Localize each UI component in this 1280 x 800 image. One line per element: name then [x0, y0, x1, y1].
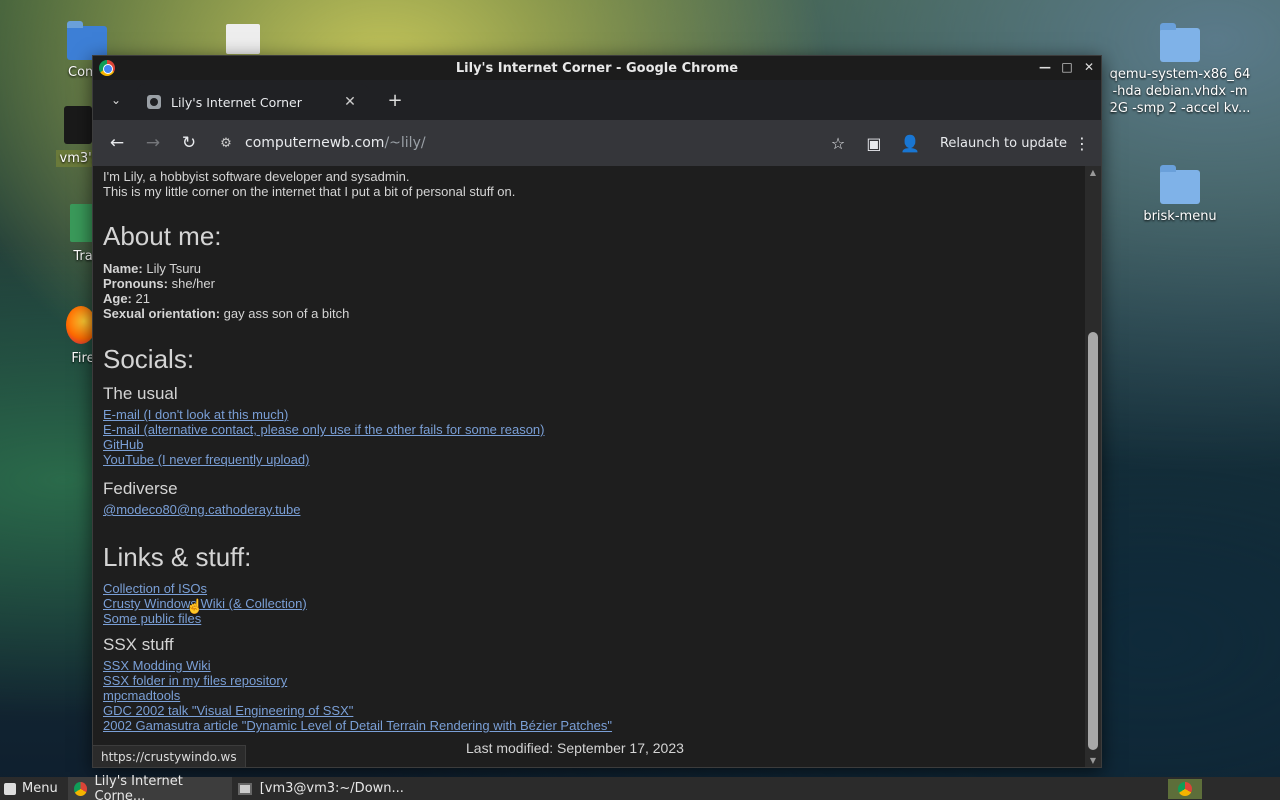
tab-search-button[interactable]: ⌄	[101, 85, 131, 115]
taskbar-item-chrome[interactable]: Lily's Internet Corne...	[67, 773, 232, 800]
desktop-icon-qemu[interactable]: qemu-system-x86_64 -hda debian.vhdx -m 2…	[1107, 23, 1253, 117]
link-fediverse[interactable]: @modeco80@ng.cathoderay.tube	[103, 502, 1085, 517]
taskbar: Menu Lily's Internet Corne... [vm3@vm3:~…	[0, 773, 1280, 800]
scroll-up-icon[interactable]: ▲	[1088, 168, 1098, 177]
about-heading: About me:	[103, 221, 222, 251]
folder-dark-icon	[64, 106, 92, 144]
file-icon	[226, 24, 260, 54]
about-age: Age: 21	[103, 291, 1085, 306]
tab-title: Lily's Internet Corner	[171, 94, 302, 110]
bookmark-star-icon[interactable]: ☆	[822, 127, 854, 159]
reload-button[interactable]: ↻	[173, 127, 205, 159]
close-tab-button[interactable]: ✕	[341, 93, 359, 111]
forward-button[interactable]: →	[137, 127, 169, 159]
link-crusty-windows[interactable]: Crusty Windows Wiki (& Collection)	[103, 596, 1085, 611]
link-youtube[interactable]: YouTube (I never frequently upload)	[103, 452, 1085, 467]
scroll-down-icon[interactable]: ▼	[1088, 756, 1098, 765]
chrome-menu-icon[interactable]: ⋮	[1071, 134, 1093, 153]
link-gdc-talk[interactable]: GDC 2002 talk "Visual Engineering of SSX…	[103, 703, 1085, 718]
tray-chrome-button[interactable]	[1168, 779, 1202, 799]
link-public-files[interactable]: Some public files	[103, 611, 1085, 626]
link-mpcmadtools[interactable]: mpcmadtools	[103, 688, 1085, 703]
about-orientation: Sexual orientation: gay ass son of a bit…	[103, 306, 1085, 321]
url-path: /~lily/	[384, 135, 426, 151]
desktop-icon-label: brisk-menu	[1143, 209, 1217, 224]
intro-line: This is my little corner on the internet…	[103, 184, 516, 199]
usual-heading: The usual	[103, 384, 178, 403]
link-ssx-folder[interactable]: SSX folder in my files repository	[103, 673, 1085, 688]
field-value: Lily Tsuru	[142, 261, 202, 276]
tab-strip: ⌄ Lily's Internet Corner ✕ +	[93, 80, 1101, 120]
new-tab-button[interactable]: +	[381, 86, 409, 114]
close-window-button[interactable]: ✕	[1081, 58, 1097, 76]
tab-lilys-internet-corner[interactable]: Lily's Internet Corner ✕	[137, 84, 369, 120]
minimize-button[interactable]: —	[1037, 58, 1053, 76]
link-gamasutra-article[interactable]: 2002 Gamasutra article "Dynamic Level of…	[103, 718, 1085, 733]
menu-label: Menu	[22, 781, 58, 796]
link-status-bubble: https://crustywindo.ws	[93, 745, 246, 767]
about-name: Name: Lily Tsuru	[103, 261, 1085, 276]
taskbar-item-label: [vm3@vm3:~/Down...	[259, 781, 404, 796]
maximize-button[interactable]: □	[1059, 58, 1075, 76]
address-bar[interactable]: ⚙ computernewb.com/~lily/	[213, 126, 818, 160]
desktop-icon-label: qemu-system-x86_64 -hda debian.vhdx -m 2…	[1109, 67, 1251, 116]
field-value: 21	[131, 291, 150, 306]
field-label: Sexual orientation:	[103, 306, 221, 321]
fediverse-heading: Fediverse	[103, 479, 178, 498]
window-title: Lily's Internet Corner - Google Chrome	[455, 60, 739, 76]
page-content: I'm Lily, a hobbyist software developer …	[93, 166, 1085, 767]
profile-icon[interactable]: 👤	[894, 127, 926, 159]
start-menu-button[interactable]: Menu	[0, 777, 68, 800]
link-email[interactable]: E-mail (I don't look at this much)	[103, 407, 1085, 422]
field-value: gay ass son of a bitch	[220, 306, 350, 321]
link-email-alt[interactable]: E-mail (alternative contact, please only…	[103, 422, 1085, 437]
desktop-icon-file[interactable]	[188, 24, 298, 54]
menu-logo-icon	[4, 782, 16, 795]
ssx-heading: SSX stuff	[103, 635, 174, 654]
desktop-icon-brisk-menu[interactable]: brisk-menu	[1125, 165, 1235, 225]
taskbar-item-terminal[interactable]: [vm3@vm3:~/Down...	[232, 777, 410, 800]
field-label: Age:	[103, 291, 132, 306]
terminal-icon	[237, 782, 252, 795]
chrome-icon	[1178, 782, 1192, 796]
chrome-icon	[99, 60, 115, 76]
last-modified: Last modified: September 17, 2023	[466, 740, 684, 756]
side-panel-icon[interactable]: ▣	[858, 127, 890, 159]
field-label: Pronouns:	[103, 276, 168, 291]
site-info-icon[interactable]: ⚙	[213, 130, 239, 156]
back-button[interactable]: ←	[101, 127, 133, 159]
chrome-icon	[73, 781, 87, 796]
trash-icon	[70, 204, 94, 242]
link-github[interactable]: GitHub	[103, 437, 1085, 452]
browser-window: Lily's Internet Corner - Google Chrome —…	[92, 55, 1102, 768]
intro-line: I'm Lily, a hobbyist software developer …	[103, 169, 410, 184]
folder-icon	[1160, 23, 1200, 62]
field-value: she/her	[168, 276, 215, 291]
link-isos[interactable]: Collection of ISOs	[103, 581, 1085, 596]
taskbar-item-label: Lily's Internet Corne...	[94, 773, 183, 800]
vertical-scrollbar[interactable]: ▲ ▼	[1085, 166, 1101, 767]
links-heading: Links & stuff:	[103, 542, 252, 572]
socials-heading: Socials:	[103, 344, 195, 374]
scrollbar-thumb[interactable]	[1088, 332, 1098, 750]
url-host: computernewb.com	[245, 135, 385, 151]
relaunch-to-update-button[interactable]: Relaunch to update	[936, 130, 1071, 157]
about-pronouns: Pronouns: she/her	[103, 276, 1085, 291]
browser-toolbar: ← → ↻ ⚙ computernewb.com/~lily/ ☆ ▣ 👤 Re…	[93, 120, 1101, 166]
site-favicon-icon	[147, 95, 161, 109]
field-label: Name:	[103, 261, 143, 276]
folder-icon	[1160, 165, 1200, 204]
hand-cursor-icon: ☝	[186, 598, 204, 614]
link-ssx-wiki[interactable]: SSX Modding Wiki	[103, 658, 1085, 673]
window-titlebar[interactable]: Lily's Internet Corner - Google Chrome —…	[93, 56, 1101, 80]
